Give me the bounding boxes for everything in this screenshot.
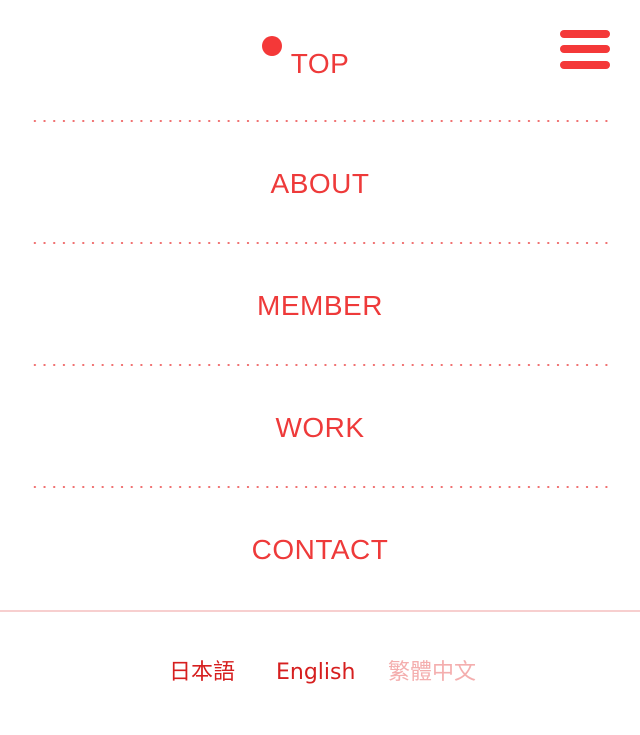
language-switcher: 日本語 English 繁體中文 <box>0 655 640 691</box>
language-option-english[interactable]: English <box>276 655 355 691</box>
nav-item-about[interactable]: ABOUT <box>0 164 640 204</box>
language-option-traditional-chinese: 繁體中文 <box>388 660 477 685</box>
nav-item-label: MEMBER <box>257 290 383 321</box>
nav-item-top[interactable]: TOP <box>0 36 640 84</box>
nav-item-label: WORK <box>275 412 365 443</box>
nav-divider <box>30 364 612 366</box>
nav-divider <box>30 242 612 244</box>
nav-item-label: TOP <box>290 48 350 79</box>
nav-divider <box>30 486 612 488</box>
nav-item-work[interactable]: WORK <box>0 408 640 448</box>
nav-item-contact[interactable]: CONTACT <box>0 530 640 570</box>
nav-item-label: ABOUT <box>270 168 370 199</box>
hamburger-icon-bar-top <box>560 30 610 38</box>
nav-item-member[interactable]: MEMBER <box>0 286 640 326</box>
nav-divider <box>30 120 612 122</box>
current-page-dot-icon <box>262 36 282 56</box>
language-option-japanese[interactable]: 日本語 <box>169 655 235 691</box>
nav-item-label: CONTACT <box>251 534 389 565</box>
footer-divider <box>0 610 640 612</box>
